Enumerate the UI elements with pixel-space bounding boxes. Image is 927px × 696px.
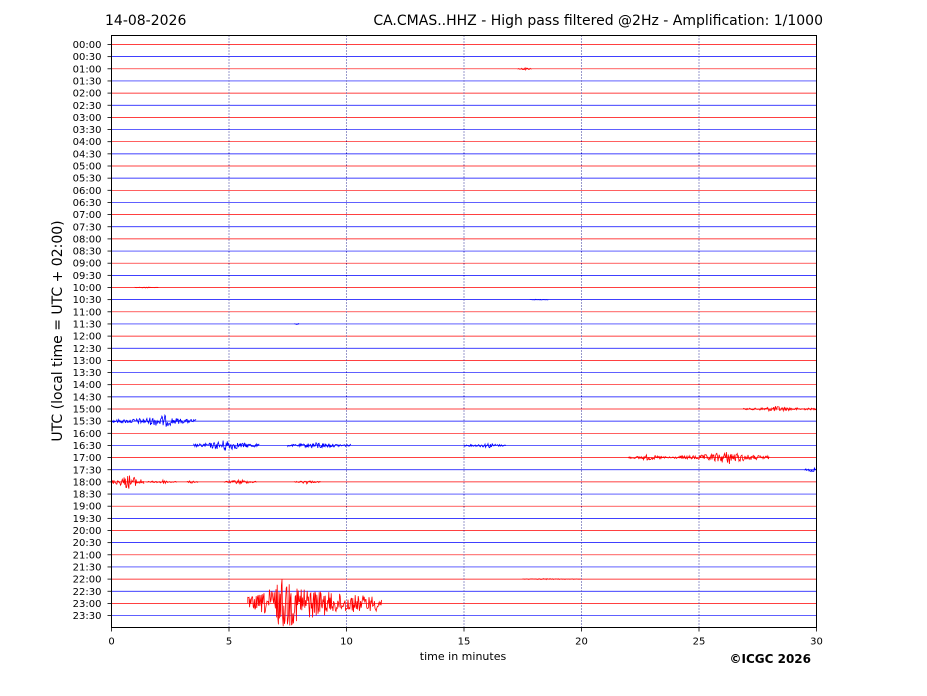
seismic-event-0100 (517, 66, 533, 71)
y-tick-label: 23:30 (73, 611, 102, 622)
y-tick-label: 11:00 (73, 307, 102, 318)
y-tick-label: 11:30 (73, 319, 102, 330)
y-tick-label: 08:30 (73, 247, 102, 258)
seismic-event-1800 (186, 480, 199, 484)
y-tick-label: 12:30 (73, 344, 102, 355)
y-tick-label: 10:00 (73, 283, 102, 294)
y-tick-label: 17:00 (73, 453, 102, 464)
x-tick-label: 10 (340, 637, 353, 648)
seismic-event-1800 (223, 478, 257, 486)
y-tick-label: 09:00 (73, 259, 102, 270)
y-tick-label: 16:30 (73, 441, 102, 452)
y-tick-label: 13:30 (73, 368, 102, 379)
y-tick-label: 06:30 (73, 198, 102, 209)
y-tick-label: 04:00 (73, 137, 102, 148)
y-tick-label: 03:30 (73, 125, 102, 136)
seismic-event-1630 (193, 440, 260, 452)
y-tick-label: 02:00 (73, 89, 102, 100)
chart-title: CA.CMAS..HHZ - High pass filtered @2Hz -… (373, 13, 823, 29)
y-tick-label: 21:00 (73, 550, 102, 561)
x-tick-label: 5 (226, 637, 232, 648)
seismic-event-2300 (247, 579, 382, 627)
x-tick-label: 0 (108, 637, 114, 648)
y-tick-label: 18:30 (73, 490, 102, 501)
y-tick-label: 15:30 (73, 417, 102, 428)
y-tick-label: 18:00 (73, 477, 102, 488)
y-tick-labels: 00:0000:3001:0001:30 02:0002:3003:0003:30… (73, 40, 112, 622)
y-tick-label: 23:00 (73, 599, 102, 610)
y-tick-label: 08:00 (73, 234, 102, 245)
y-tick-label: 14:30 (73, 392, 102, 403)
y-tick-label: 01:30 (73, 76, 102, 87)
y-tick-label: 15:00 (73, 405, 102, 416)
y-tick-label: 00:30 (73, 52, 102, 63)
y-tick-label: 20:30 (73, 538, 102, 549)
seismic-event-1630 (463, 442, 507, 449)
y-tick-label: 12:00 (73, 332, 102, 343)
y-tick-label: 07:30 (73, 222, 102, 233)
helicorder-chart: 14-08-2026 CA.CMAS..HHZ - High pass filt… (50, 13, 823, 666)
seismic-event-1800 (146, 478, 178, 485)
chart-date: 14-08-2026 (105, 13, 186, 29)
seismic-event-1800 (294, 480, 321, 485)
y-axis-label: UTC (local time = UTC + 02:00) (50, 220, 66, 441)
y-tick-label: 20:00 (73, 526, 102, 537)
vertical-gridlines (228, 35, 700, 628)
y-tick-label: 17:30 (73, 465, 102, 476)
x-tick-label: 30 (810, 637, 823, 648)
y-tick-label: 01:00 (73, 64, 102, 75)
y-tick-label: 03:00 (73, 113, 102, 124)
y-tick-label: 07:00 (73, 210, 102, 221)
x-tick-label: 20 (575, 637, 588, 648)
y-tick-label: 05:30 (73, 174, 102, 185)
seismic-event-1700 (679, 452, 770, 465)
y-tick-label: 16:00 (73, 429, 102, 440)
y-tick-label: 22:30 (73, 587, 102, 598)
y-tick-label: 14:00 (73, 380, 102, 391)
x-ticks: 0 5 10 15 20 25 30 (108, 627, 823, 648)
y-tick-label: 19:30 (73, 514, 102, 525)
y-tick-label: 21:30 (73, 562, 102, 573)
copyright-label: ©ICGC 2026 (729, 652, 811, 666)
y-tick-label: 13:00 (73, 356, 102, 367)
y-tick-label: 10:30 (73, 295, 102, 306)
y-tick-label: 02:30 (73, 101, 102, 112)
x-axis-label: time in minutes (420, 650, 507, 663)
y-tick-label: 00:00 (73, 40, 102, 51)
y-tick-label: 04:30 (73, 149, 102, 160)
y-tick-label: 09:30 (73, 271, 102, 282)
y-tick-label: 19:00 (73, 502, 102, 513)
plot-frame (111, 35, 817, 628)
x-tick-label: 15 (458, 637, 471, 648)
x-tick-label: 25 (693, 637, 706, 648)
y-tick-label: 05:00 (73, 162, 102, 173)
y-tick-label: 22:00 (73, 575, 102, 586)
y-tick-label: 06:00 (73, 186, 102, 197)
